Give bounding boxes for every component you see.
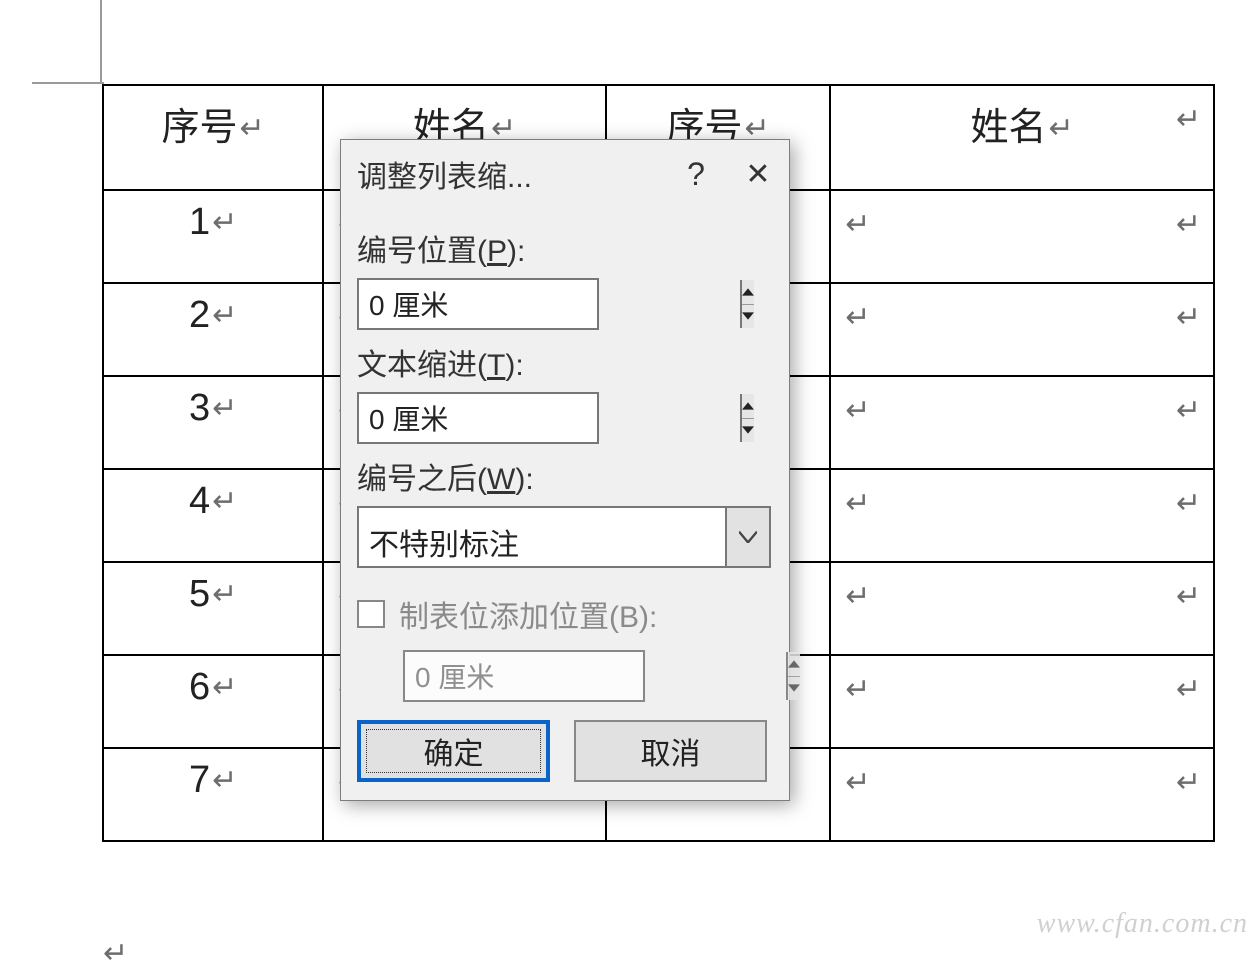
paragraph-mark-icon: ↵: [845, 672, 870, 707]
spin-up-button[interactable]: [742, 394, 754, 419]
row-end-mark-icon: ↵: [1176, 765, 1201, 800]
adjust-list-indent-dialog: 调整列表缩... ? ✕ 编号位置(P): 文本缩进(T): 编号之后(W):: [340, 139, 790, 801]
tabstop-input: [405, 652, 786, 700]
paragraph-mark-icon: ↵: [212, 670, 237, 705]
paragraph-mark-icon: ↵: [1049, 111, 1074, 146]
after-number-combo[interactable]: 不特别标注: [357, 506, 771, 568]
row-end-mark-icon: ↵: [1176, 102, 1201, 137]
cell-name[interactable]: ↵↵: [830, 655, 1214, 748]
dialog-titlebar[interactable]: 调整列表缩... ? ✕: [341, 140, 789, 208]
row-end-mark-icon: ↵: [1176, 579, 1201, 614]
paragraph-mark-icon: ↵: [845, 486, 870, 521]
cell-serial[interactable]: 6↵: [103, 655, 323, 748]
tabstop-label: 制表位添加位置(B):: [399, 592, 657, 636]
paragraph-mark-icon: ↵: [212, 763, 237, 798]
col-header: 姓名↵↵: [830, 85, 1214, 190]
paragraph-mark-icon: ↵: [240, 111, 265, 146]
number-position-spinner[interactable]: [357, 278, 599, 330]
row-end-mark-icon: ↵: [1176, 672, 1201, 707]
row-end-mark-icon: ↵: [1176, 207, 1201, 242]
text-indent-label: 文本缩进(T):: [357, 340, 773, 384]
combo-dropdown-button[interactable]: [725, 508, 769, 566]
paragraph-mark-icon: ↵: [845, 393, 870, 428]
spin-down-button[interactable]: [742, 305, 754, 329]
after-number-label: 编号之后(W):: [357, 454, 773, 498]
paragraph-mark-icon: ↵: [845, 207, 870, 242]
row-end-mark-icon: ↵: [1176, 393, 1201, 428]
cell-serial[interactable]: 5↵: [103, 562, 323, 655]
paragraph-mark-icon: ↵: [212, 205, 237, 240]
paragraph-mark-icon: ↵: [845, 765, 870, 800]
cancel-button[interactable]: 取消: [574, 720, 767, 782]
cell-serial[interactable]: 2↵: [103, 283, 323, 376]
cell-name[interactable]: ↵↵: [830, 376, 1214, 469]
cell-serial[interactable]: 4↵: [103, 469, 323, 562]
close-button[interactable]: ✕: [727, 140, 789, 208]
cell-name[interactable]: ↵↵: [830, 748, 1214, 841]
paragraph-mark-icon: ↵: [845, 579, 870, 614]
cell-name[interactable]: ↵↵: [830, 190, 1214, 283]
cell-name[interactable]: ↵↵: [830, 562, 1214, 655]
help-button[interactable]: ?: [665, 140, 727, 208]
after-number-value: 不特别标注: [359, 508, 725, 566]
paragraph-mark-icon: ↵: [212, 577, 237, 612]
crop-mark: [32, 0, 102, 88]
spin-down-button[interactable]: [742, 419, 754, 443]
paragraph-mark-icon: ↵: [103, 936, 128, 971]
row-end-mark-icon: ↵: [1176, 300, 1201, 335]
spin-up-button[interactable]: [742, 280, 754, 305]
cell-name[interactable]: ↵↵: [830, 283, 1214, 376]
ok-button[interactable]: 确定: [357, 720, 550, 782]
text-indent-spinner[interactable]: [357, 392, 599, 444]
number-position-input[interactable]: [359, 280, 740, 328]
tabstop-spinner: [403, 650, 645, 702]
dialog-title: 调整列表缩...: [357, 152, 665, 196]
cell-name[interactable]: ↵↵: [830, 469, 1214, 562]
text-indent-input[interactable]: [359, 394, 740, 442]
spin-down-button: [788, 677, 800, 701]
cell-serial[interactable]: 1↵: [103, 190, 323, 283]
row-end-mark-icon: ↵: [1176, 486, 1201, 521]
cell-serial[interactable]: 7↵: [103, 748, 323, 841]
col-header: 序号↵: [103, 85, 323, 190]
spin-up-button: [788, 652, 800, 677]
paragraph-mark-icon: ↵: [212, 391, 237, 426]
paragraph-mark-icon: ↵: [212, 484, 237, 519]
watermark: www.cfan.com.cn: [1037, 908, 1248, 940]
paragraph-mark-icon: ↵: [845, 300, 870, 335]
paragraph-mark-icon: ↵: [212, 298, 237, 333]
tabstop-checkbox[interactable]: [357, 600, 385, 628]
cell-serial[interactable]: 3↵: [103, 376, 323, 469]
number-position-label: 编号位置(P):: [357, 226, 773, 270]
